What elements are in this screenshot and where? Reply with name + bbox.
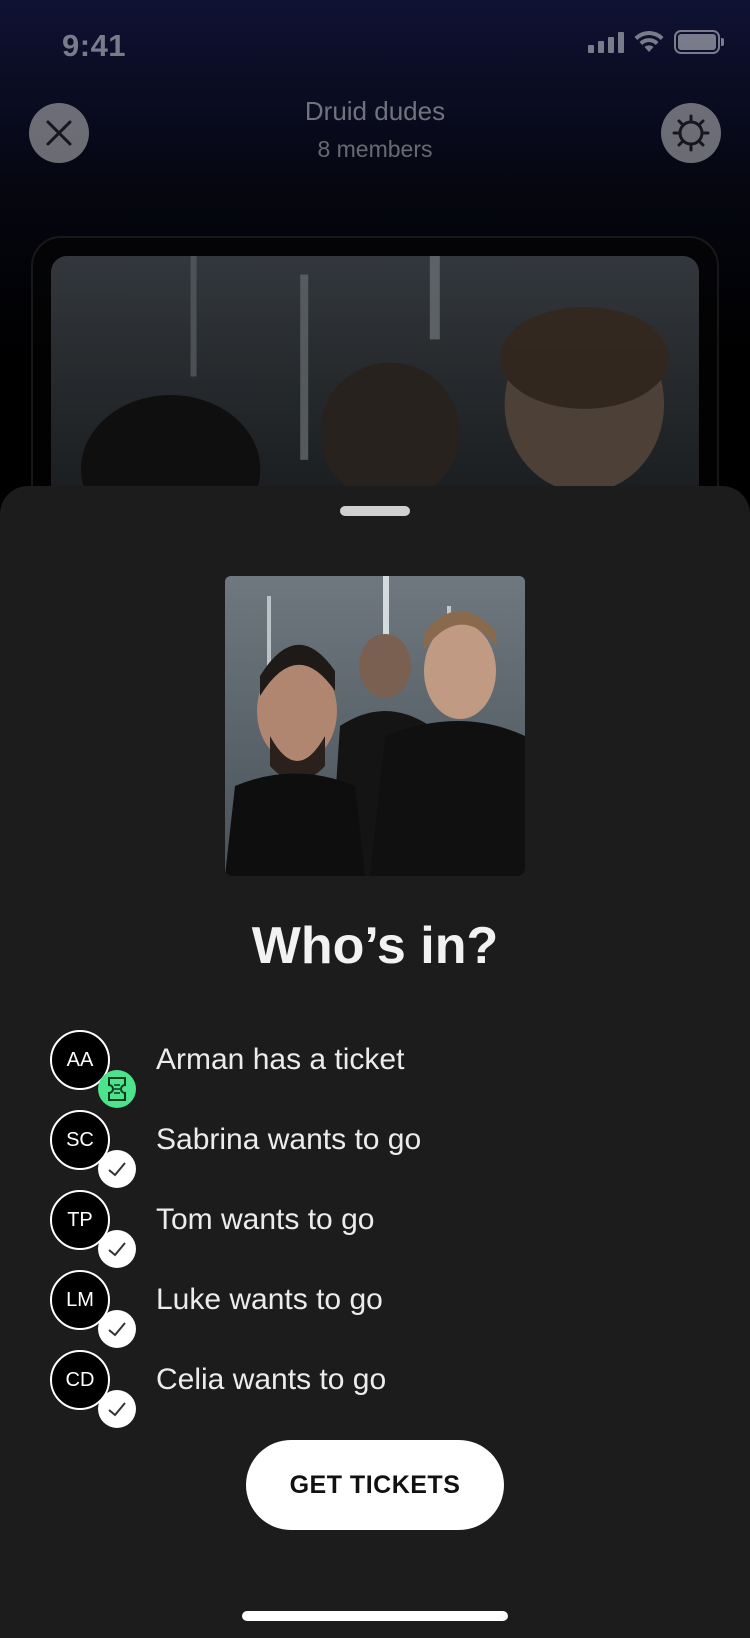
home-indicator bbox=[242, 1611, 508, 1621]
avatar: SC bbox=[50, 1110, 136, 1188]
get-tickets-button[interactable]: GET TICKETS bbox=[246, 1440, 504, 1530]
member-status: Luke wants to go bbox=[156, 1283, 383, 1316]
check-badge bbox=[98, 1390, 136, 1428]
ticket-icon bbox=[108, 1077, 126, 1101]
member-status: Celia wants to go bbox=[156, 1363, 387, 1396]
group-name: Druid dudes bbox=[304, 96, 446, 126]
member-status: Arman has a ticket bbox=[156, 1043, 405, 1076]
group-header: Druid dudes 8 members bbox=[0, 0, 750, 220]
avatar-initials: TP bbox=[67, 1208, 93, 1231]
sheet-grabber[interactable] bbox=[340, 506, 410, 516]
avatar-initials: SC bbox=[66, 1128, 94, 1151]
sheet-title: Who’s in? bbox=[251, 917, 499, 975]
screen: 9:41 Druid dudes 8 members Who’s in? AA … bbox=[0, 0, 750, 1638]
check-icon bbox=[108, 1402, 126, 1417]
event-artwork bbox=[225, 576, 525, 876]
list-item[interactable]: LM Luke wants to go bbox=[50, 1260, 700, 1348]
member-count: 8 members bbox=[317, 136, 433, 162]
check-icon bbox=[108, 1322, 126, 1337]
check-icon bbox=[108, 1242, 126, 1257]
avatar-initials: AA bbox=[66, 1048, 94, 1071]
avatar-initials: CD bbox=[65, 1368, 95, 1391]
member-list: AA Arman has a ticket SC Sabrina wants t… bbox=[50, 1020, 700, 1428]
list-item[interactable]: TP Tom wants to go bbox=[50, 1180, 700, 1268]
avatar: AA bbox=[50, 1030, 136, 1108]
settings-button[interactable] bbox=[661, 103, 721, 163]
avatar: CD bbox=[50, 1350, 136, 1428]
member-status: Sabrina wants to go bbox=[156, 1123, 422, 1156]
gear-icon bbox=[672, 114, 710, 152]
list-item[interactable]: CD Celia wants to go bbox=[50, 1340, 700, 1428]
list-item[interactable]: SC Sabrina wants to go bbox=[50, 1100, 700, 1188]
whos-in-sheet: Who’s in? AA Arman has a ticket SC Sabri… bbox=[0, 486, 750, 1638]
avatar: TP bbox=[50, 1190, 136, 1268]
check-icon bbox=[108, 1162, 126, 1177]
avatar-initials: LM bbox=[66, 1288, 94, 1311]
avatar: LM bbox=[50, 1270, 136, 1348]
list-item[interactable]: AA Arman has a ticket bbox=[50, 1020, 700, 1108]
member-status: Tom wants to go bbox=[156, 1203, 375, 1236]
